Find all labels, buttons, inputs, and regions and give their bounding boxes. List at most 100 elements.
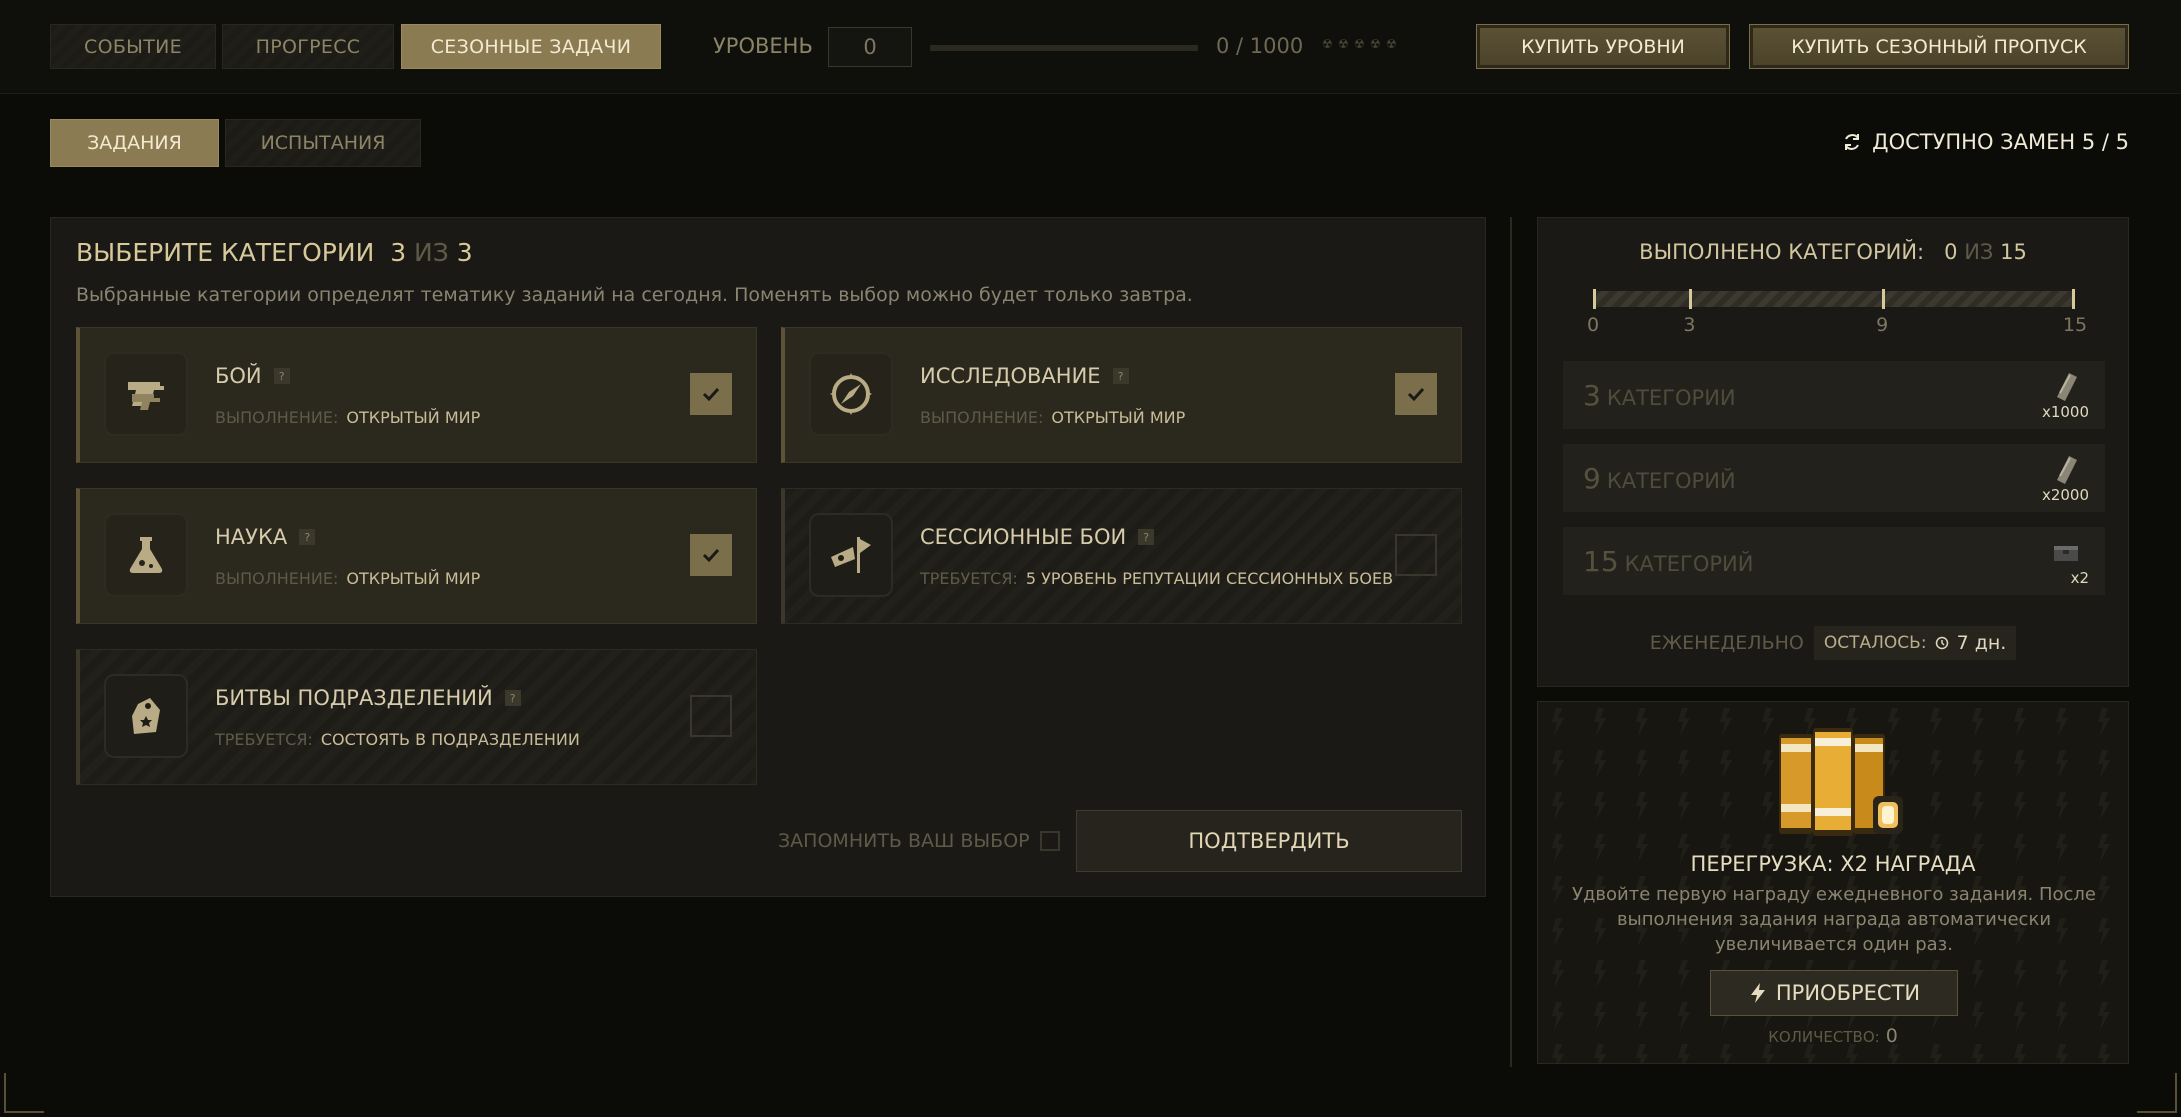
reward-quantity: x1000 [2041, 403, 2089, 421]
ticket-icon [2057, 456, 2077, 484]
checkmark-icon [1407, 387, 1425, 402]
category-name: СЕССИОННЫЕ БОИ ? [920, 525, 1155, 549]
reward-label: КАТЕГОРИЙ [1624, 552, 1754, 576]
help-icon[interactable]: ? [1138, 529, 1155, 545]
tab-event[interactable]: СОБЫТИЕ [50, 24, 216, 69]
tab-challenges[interactable]: ИСПЫТАНИЯ [225, 119, 421, 167]
replacements-label: ДОСТУПНО ЗАМЕН 5 / 5 [1872, 130, 2129, 154]
category-name: ИССЛЕДОВАНИЕ ? [920, 364, 1129, 388]
reward-text: 3 КАТЕГОРИИ [1583, 379, 1736, 412]
categories-total-count: 3 [456, 238, 473, 267]
remember-choice[interactable]: ЗАПОМНИТЬ ВАШ ВЫБОР [778, 830, 1060, 852]
progress-tick-label: 0 [1586, 314, 1600, 336]
purchase-button-label: ПРИОБРЕСТИ [1775, 981, 1921, 1005]
category-checkbox[interactable] [690, 695, 732, 737]
category-card-exploration[interactable]: ИССЛЕДОВАНИЕ ? ВЫПОЛНЕНИЕ: ОТКРЫТЫЙ МИР [781, 327, 1462, 463]
checkmark-icon [702, 387, 720, 402]
requirement-value: ОТКРЫТЫЙ МИР [346, 408, 481, 427]
tab-seasonal-tasks[interactable]: СЕЗОННЫЕ ЗАДАЧИ [401, 24, 661, 69]
remember-choice-label: ЗАПОМНИТЬ ВАШ ВЫБОР [778, 830, 1030, 852]
help-icon[interactable]: ? [1112, 368, 1129, 384]
categories-subtitle: Выбранные категории определят тематику з… [76, 284, 1193, 306]
level-label: УРОВЕНЬ [713, 34, 813, 58]
reward-quantity: x2 [2070, 569, 2089, 587]
reward-row[interactable]: 3 КАТЕГОРИИ x1000 [1563, 361, 2105, 429]
frame-corner [4, 1073, 44, 1113]
checkmark-icon [702, 548, 720, 563]
requirement-label: ВЫПОЛНЕНИЕ: [215, 408, 339, 427]
overload-title: ПЕРЕГРУЗКА: X2 НАГРАДА [1690, 852, 1976, 876]
progress-total: 15 [2000, 240, 2027, 264]
help-icon[interactable]: ? [273, 368, 290, 384]
lightning-icon [1750, 983, 1765, 1003]
progress-done: 0 [1944, 240, 1958, 264]
category-card-session-battles[interactable]: СЕССИОННЫЕ БОИ ? ТРЕБУЕТСЯ: 5 УРОВЕНЬ РЕ… [781, 488, 1462, 624]
requirement-value: СОСТОЯТЬ В ПОДРАЗДЕЛЕНИИ [320, 730, 580, 749]
level-value: 0 [828, 27, 912, 67]
weekly-timer: ЕЖЕНЕДЕЛЬНО ОСТАЛОСЬ: 7 дн. [1538, 626, 2128, 660]
category-name-text: СЕССИОННЫЕ БОИ [920, 525, 1127, 549]
crate-icon [2054, 546, 2078, 561]
requirement-value: ОТКРЫТЫЙ МИР [1051, 408, 1186, 427]
remember-choice-checkbox[interactable] [1039, 831, 1060, 851]
reward-threshold: 15 [1583, 545, 1619, 578]
category-name-text: ИССЛЕДОВАНИЕ [920, 364, 1101, 388]
category-checkbox[interactable] [690, 373, 732, 415]
progress-tick [1882, 289, 1886, 309]
level-progress-bar [930, 45, 1198, 51]
category-requirement: ВЫПОЛНЕНИЕ: ОТКРЫТЫЙ МИР [215, 408, 480, 427]
category-requirement: ТРЕБУЕТСЯ: 5 УРОВЕНЬ РЕПУТАЦИИ СЕССИОННЫ… [920, 569, 1393, 588]
reward-threshold: 3 [1583, 379, 1601, 412]
purchase-button[interactable]: ПРИОБРЕСТИ [1710, 970, 1958, 1016]
flag-icon [809, 513, 893, 597]
tab-progress[interactable]: ПРОГРЕСС [222, 24, 394, 69]
category-requirement: ТРЕБУЕТСЯ: СОСТОЯТЬ В ПОДРАЗДЕЛЕНИИ [215, 730, 580, 749]
buy-season-pass-button[interactable]: КУПИТЬ СЕЗОННЫЙ ПРОПУСК [1749, 24, 2129, 69]
requirement-value: ОТКРЫТЫЙ МИР [346, 569, 481, 588]
buy-levels-button[interactable]: КУПИТЬ УРОВНИ [1476, 24, 1730, 69]
pip-icon: ☢ [1354, 37, 1365, 51]
help-icon[interactable]: ? [299, 529, 316, 545]
replacements-counter[interactable]: ДОСТУПНО ЗАМЕН 5 / 5 [1842, 130, 2129, 154]
overload-count-value: 0 [1885, 1025, 1898, 1047]
remaining-label: ОСТАЛОСЬ: [1823, 633, 1927, 653]
reward-quantity: x2000 [2041, 486, 2089, 504]
requirement-label: ВЫПОЛНЕНИЕ: [920, 408, 1044, 427]
progress-tick-label: 3 [1683, 314, 1696, 336]
flask-icon [104, 513, 188, 597]
confirm-button[interactable]: ПОДТВЕРДИТЬ [1076, 810, 1462, 872]
reward-row[interactable]: 9 КАТЕГОРИЙ x2000 [1563, 444, 2105, 512]
category-checkbox[interactable] [1395, 373, 1437, 415]
category-name: НАУКА ? [215, 525, 316, 549]
progress-tick-label: 9 [1876, 314, 1889, 336]
category-card-science[interactable]: НАУКА ? ВЫПОЛНЕНИЕ: ОТКРЫТЫЙ МИР [76, 488, 757, 624]
panel-divider [1510, 217, 1512, 1067]
category-name-text: БИТВЫ ПОДРАЗДЕЛЕНИЙ [215, 686, 493, 710]
pistol-icon [104, 352, 188, 436]
pip-icon: ☢ [1322, 37, 1333, 51]
pip-icon: ☢ [1386, 37, 1397, 51]
progress-tick [2072, 289, 2075, 309]
category-checkbox[interactable] [1395, 534, 1437, 576]
frame-corner [2137, 1073, 2177, 1113]
reward-label: КАТЕГОРИЙ [1606, 469, 1736, 493]
ticket-icon [2057, 373, 2077, 401]
requirement-value: 5 УРОВЕНЬ РЕПУТАЦИИ СЕССИОННЫХ БОЕВ [1025, 569, 1394, 588]
overload-panel: ПЕРЕГРУЗКА: X2 НАГРАДА Удвойте первую на… [1537, 701, 2129, 1064]
refresh-icon [1845, 134, 1860, 150]
category-card-squad-battles[interactable]: БИТВЫ ПОДРАЗДЕЛЕНИЙ ? ТРЕБУЕТСЯ: СОСТОЯТ… [76, 649, 757, 785]
reward-label: КАТЕГОРИИ [1606, 386, 1736, 410]
tab-tasks[interactable]: ЗАДАНИЯ [50, 119, 219, 167]
help-icon[interactable]: ? [504, 690, 521, 706]
categories-title: ВЫБЕРИТЕ КАТЕГОРИИ 3 ИЗ 3 [76, 238, 473, 267]
overload-count: КОЛИЧЕСТВО: 0 [1538, 1025, 2128, 1047]
requirement-label: ТРЕБУЕТСЯ: [920, 569, 1018, 588]
remaining-badge: ОСТАЛОСЬ: 7 дн. [1813, 626, 2017, 660]
progress-of: ИЗ [1964, 240, 1994, 264]
category-card-combat[interactable]: БОЙ ? ВЫПОЛНЕНИЕ: ОТКРЫТЫЙ МИР [76, 327, 757, 463]
reward-threshold: 9 [1583, 462, 1601, 495]
category-requirement: ВЫПОЛНЕНИЕ: ОТКРЫТЫЙ МИР [920, 408, 1185, 427]
overload-battery-icon [1779, 728, 1903, 836]
category-checkbox[interactable] [690, 534, 732, 576]
reward-row[interactable]: 15 КАТЕГОРИЙ x2 [1563, 527, 2105, 595]
